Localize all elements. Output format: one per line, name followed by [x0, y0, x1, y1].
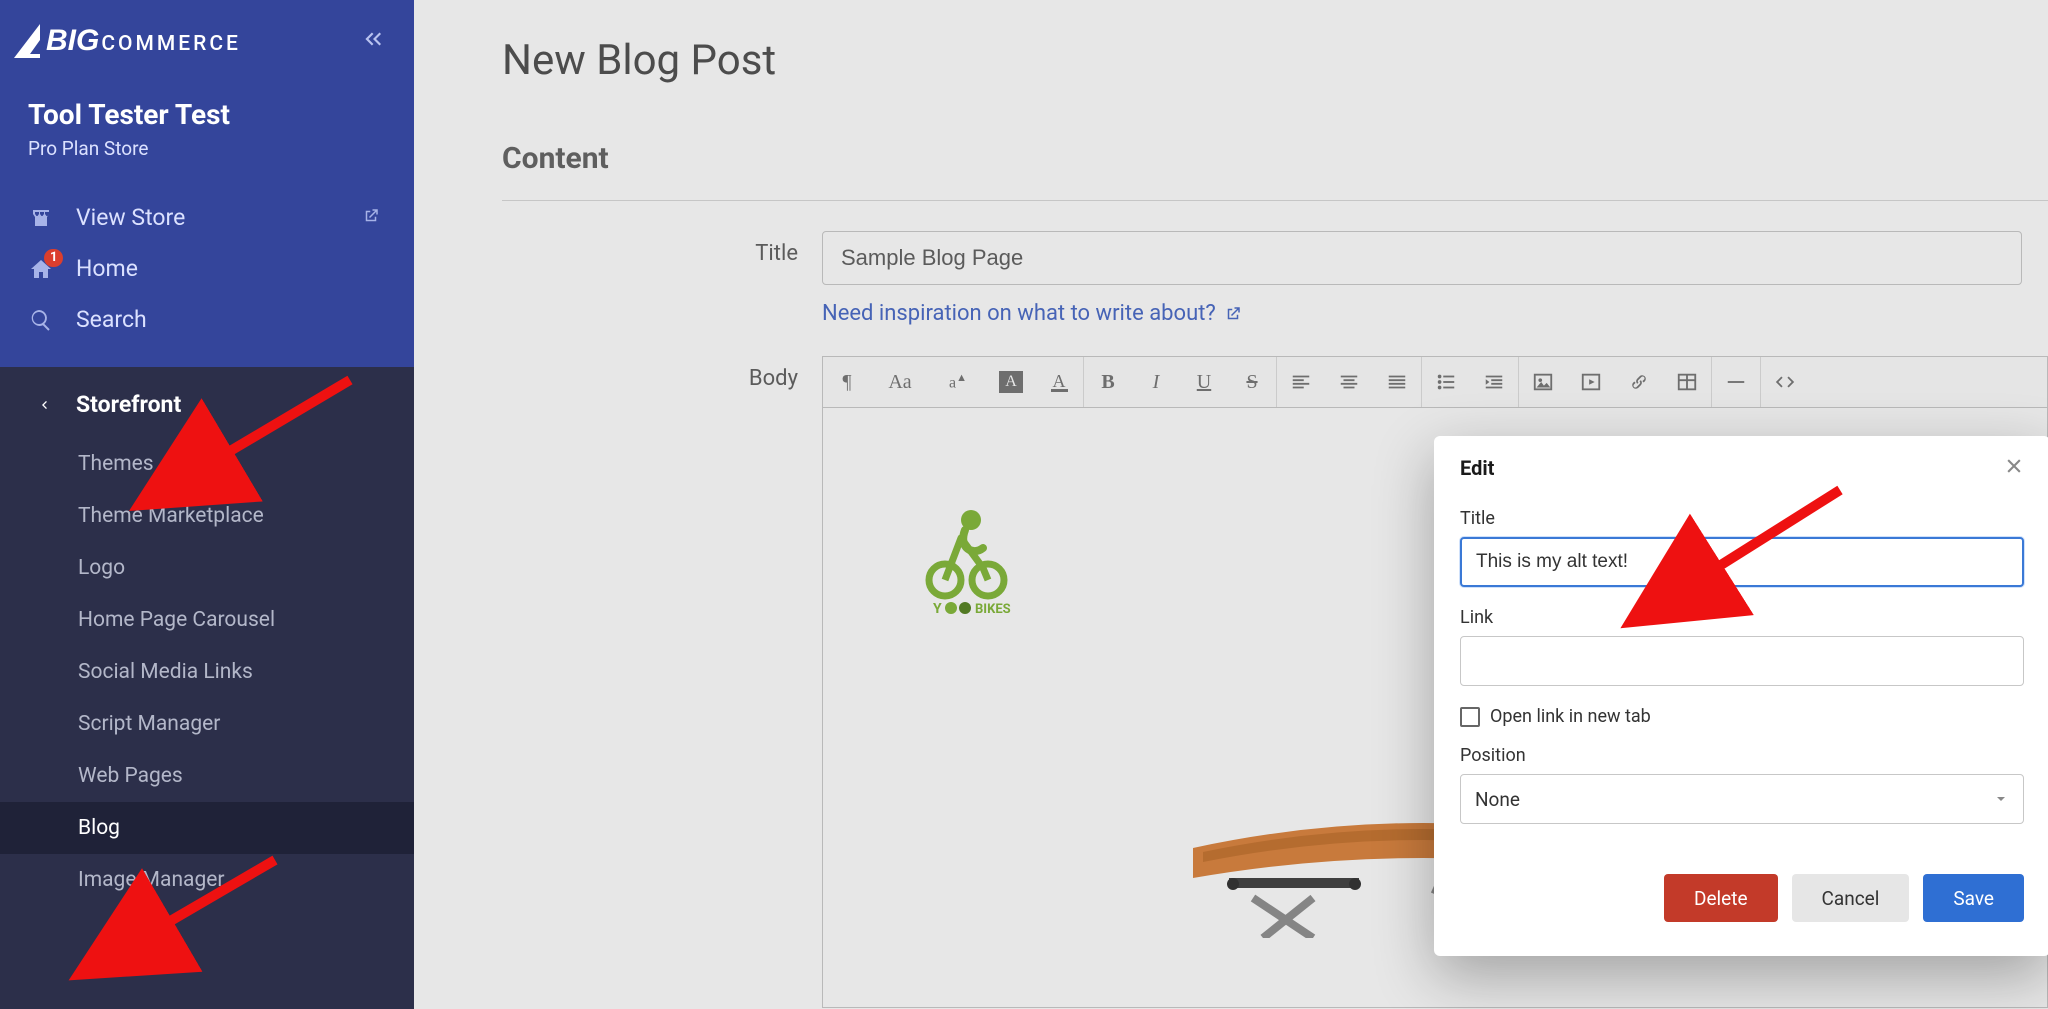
sidebar-item-theme-marketplace[interactable]: Theme Marketplace [0, 490, 414, 542]
sidebar-item-blog[interactable]: Blog [0, 802, 414, 854]
tb-horizontal-rule-button[interactable] [1712, 357, 1760, 407]
chevron-left-icon [36, 397, 52, 413]
brand-logo[interactable]: BIG COMMERCE [14, 24, 241, 58]
tb-insert-image-button[interactable] [1519, 357, 1567, 407]
close-icon [2004, 456, 2024, 476]
sidebar-item-label: Home [76, 255, 138, 282]
brand-text-rest: COMMERCE [101, 32, 241, 56]
modal-link-input[interactable] [1460, 636, 2024, 686]
tb-underline-button[interactable]: U [1180, 357, 1228, 407]
modal-position-select[interactable]: None [1460, 774, 2024, 824]
page-title: New Blog Post [414, 0, 2048, 85]
tb-align-left-button[interactable] [1277, 357, 1325, 407]
sidebar-item-script-manager[interactable]: Script Manager [0, 698, 414, 750]
editor-toolbar: ¶ Aa a▲ A A B I U S [822, 356, 2048, 408]
content-section-title: Content [414, 85, 2048, 200]
tb-background-color-button[interactable]: A [987, 357, 1035, 407]
title-input[interactable] [822, 231, 2022, 285]
modal-save-button[interactable]: Save [1923, 874, 2024, 922]
external-link-icon [362, 204, 380, 231]
svg-text:Y: Y [933, 601, 942, 617]
annotation-arrow-title-input [1680, 480, 1860, 604]
sidebar-subnav: Themes Theme Marketplace Logo Home Page … [0, 438, 414, 906]
tb-insert-table-button[interactable] [1663, 357, 1711, 407]
tb-insert-video-button[interactable] [1567, 357, 1615, 407]
modal-position-value: None [1475, 788, 1520, 811]
sidebar-section-label: Storefront [76, 391, 181, 418]
tb-text-color-button[interactable]: A [1035, 357, 1083, 407]
title-field-row: Title [502, 201, 2048, 285]
modal-cancel-button[interactable]: Cancel [1792, 874, 1910, 922]
search-icon [28, 307, 54, 333]
sidebar-item-logo[interactable]: Logo [0, 542, 414, 594]
brand-triangle-icon [14, 24, 40, 58]
tb-align-center-button[interactable] [1325, 357, 1373, 407]
sidebar-item-home-page-carousel[interactable]: Home Page Carousel [0, 594, 414, 646]
store-icon [28, 205, 54, 231]
body-label: Body [502, 356, 822, 391]
tb-indent-button[interactable] [1470, 357, 1518, 407]
modal-new-tab-checkbox[interactable] [1460, 707, 1480, 727]
sidebar-item-search[interactable]: Search [0, 294, 414, 345]
modal-delete-button[interactable]: Delete [1664, 874, 1778, 922]
tb-strikethrough-button[interactable]: S [1228, 357, 1276, 407]
sidebar-item-label: Search [76, 306, 147, 333]
brand-text-big: BIG [46, 24, 99, 58]
sidebar-item-social-media-links[interactable]: Social Media Links [0, 646, 414, 698]
tb-paragraph-button[interactable]: ¶ [823, 357, 871, 407]
sidebar-header: BIG COMMERCE Tool Tester Test Pro Plan S… [0, 0, 414, 367]
home-badge: 1 [44, 249, 63, 267]
collapse-sidebar-icon[interactable] [360, 26, 386, 56]
tb-list-bullet-button[interactable] [1422, 357, 1470, 407]
modal-new-tab-label: Open link in new tab [1490, 706, 1651, 727]
tb-insert-link-button[interactable] [1615, 357, 1663, 407]
modal-close-button[interactable] [2004, 456, 2024, 480]
tb-align-justify-button[interactable] [1373, 357, 1421, 407]
tb-bold-button[interactable]: B [1084, 357, 1132, 407]
tb-font-size-button[interactable]: a▲ [929, 357, 987, 407]
annotation-arrow-blog [130, 850, 290, 964]
embedded-image-logo[interactable]: Y BIKES [923, 498, 1023, 618]
modal-link-label: Link [1460, 607, 2024, 628]
sidebar-item-label: View Store [76, 204, 185, 231]
title-label: Title [502, 231, 822, 266]
sidebar-item-web-pages[interactable]: Web Pages [0, 750, 414, 802]
sidebar-item-home[interactable]: Home 1 [0, 243, 414, 294]
annotation-arrow-storefront [190, 370, 370, 494]
tb-italic-button[interactable]: I [1132, 357, 1180, 407]
tb-source-code-button[interactable] [1761, 357, 1809, 407]
sidebar-item-view-store[interactable]: View Store [0, 192, 414, 243]
svg-text:BIKES: BIKES [975, 602, 1011, 617]
modal-new-tab-row[interactable]: Open link in new tab [1460, 706, 2024, 727]
store-info: Tool Tester Test Pro Plan Store [0, 58, 414, 160]
modal-position-label: Position [1460, 745, 2024, 766]
modal-title: Edit [1460, 456, 1494, 480]
inspiration-link-text: Need inspiration on what to write about? [822, 301, 1216, 326]
chevron-down-icon [1993, 791, 2009, 807]
store-plan: Pro Plan Store [28, 137, 386, 160]
store-name: Tool Tester Test [28, 98, 386, 131]
external-link-icon [1224, 305, 1242, 323]
inspiration-link[interactable]: Need inspiration on what to write about? [822, 301, 1242, 326]
tb-font-family-button[interactable]: Aa [871, 357, 929, 407]
